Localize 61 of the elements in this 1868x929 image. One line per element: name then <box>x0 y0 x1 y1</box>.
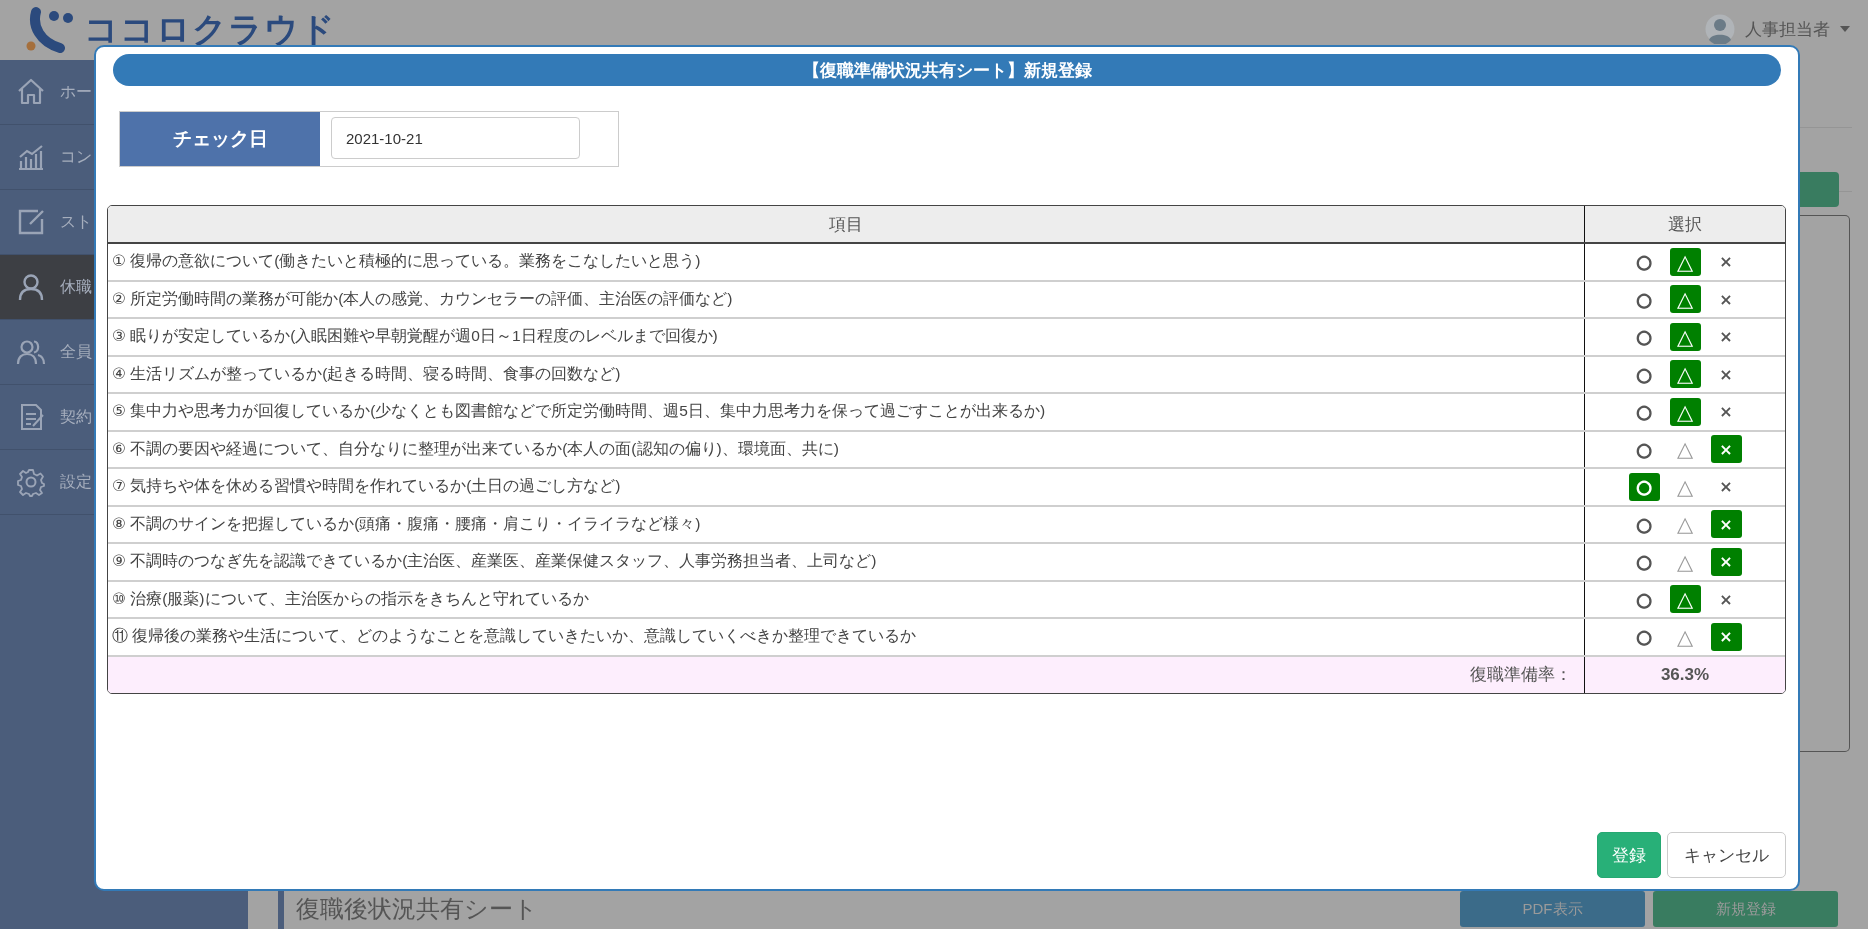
cross-option[interactable]: × <box>1710 435 1742 464</box>
user-icon <box>16 272 46 302</box>
cancel-button[interactable]: キャンセル <box>1667 832 1786 878</box>
circle-option[interactable]: ○ <box>1628 247 1660 276</box>
triangle-option[interactable]: △ <box>1669 547 1701 576</box>
column-header: 項目 <box>829 213 863 236</box>
triangle-option[interactable]: △ <box>1669 622 1701 651</box>
logo-text: ココロクラウド <box>84 9 336 50</box>
date-label: チェック日 <box>120 112 320 166</box>
register-button[interactable]: 登録 <box>1597 832 1661 878</box>
triangle-option[interactable]: △ <box>1669 285 1701 314</box>
column-header: 選択 <box>1668 213 1702 236</box>
triangle-option[interactable]: △ <box>1669 435 1701 464</box>
cross-option[interactable]: × <box>1710 622 1742 651</box>
question-text: ⑧ 不調のサインを把握しているか(頭痛・腹痛・腰痛・肩こり・イライラなど様々) <box>111 513 701 534</box>
triangle-option[interactable]: △ <box>1669 510 1701 539</box>
user-menu[interactable]: 人事担当者 <box>1745 17 1830 41</box>
circle-option[interactable]: ○ <box>1628 510 1660 539</box>
home-icon <box>16 77 46 107</box>
circle-option[interactable]: ○ <box>1628 622 1660 651</box>
triangle-option[interactable]: △ <box>1669 247 1701 276</box>
triangle-option[interactable]: △ <box>1669 360 1701 389</box>
circle-option[interactable]: ○ <box>1628 472 1660 501</box>
cross-option[interactable]: × <box>1710 585 1742 614</box>
cross-option[interactable]: × <box>1710 247 1742 276</box>
chart-icon <box>16 142 46 172</box>
caret-icon[interactable] <box>1840 26 1850 32</box>
users-icon <box>16 337 46 367</box>
cross-option[interactable]: × <box>1710 547 1742 576</box>
question-text: ② 所定労働時間の業務が可能か(本人の感覚、カウンセラーの評価、主治医の評価など) <box>111 288 733 309</box>
circle-option[interactable]: ○ <box>1628 547 1660 576</box>
circle-option[interactable]: ○ <box>1628 285 1660 314</box>
rate-label: 復職準備率： <box>1470 664 1572 686</box>
triangle-option[interactable]: △ <box>1669 397 1701 426</box>
question-text: ⑩ 治療(服薬)について、主治医からの指示をきちんと守れているか <box>111 588 589 609</box>
circle-option[interactable]: ○ <box>1628 585 1660 614</box>
avatar-icon[interactable] <box>1705 14 1735 44</box>
cross-option[interactable]: × <box>1710 322 1742 351</box>
date-field[interactable]: 2021-10-21 <box>331 117 580 159</box>
question-text: ⑪ 復帰後の業務や生活について、どのようなことを意識していきたいか、意識していくべきか整理できているか <box>111 626 917 647</box>
edit-icon <box>16 207 46 237</box>
cross-option[interactable]: × <box>1710 510 1742 539</box>
question-text: ④ 生活リズムが整っているか(起きる時間、寝る時間、食事の回数など) <box>111 363 621 384</box>
question-text: ⑤ 集中力や思考力が回復しているか(少なくとも図書館などで所定労働時間、週5日、集中力思考力を保って過ごすことが出来るか) <box>111 401 1046 422</box>
triangle-option[interactable]: △ <box>1669 472 1701 501</box>
cross-option[interactable]: × <box>1710 360 1742 389</box>
question-text: ③ 眠りが安定しているか(入眠困難や早朝覚醒が週0日～1日程度のレベルまで回復か) <box>111 326 718 347</box>
triangle-option[interactable]: △ <box>1669 585 1701 614</box>
question-text: ① 復帰の意欲について(働きたいと積極的に思っている。業務をこなしたいと思う) <box>111 251 701 272</box>
circle-option[interactable]: ○ <box>1628 435 1660 464</box>
settings-icon <box>16 467 46 497</box>
triangle-option[interactable]: △ <box>1669 322 1701 351</box>
circle-option[interactable]: ○ <box>1628 322 1660 351</box>
circle-option[interactable]: ○ <box>1628 360 1660 389</box>
cross-option[interactable]: × <box>1710 397 1742 426</box>
rate-value: 36.3% <box>1660 664 1710 685</box>
cross-option[interactable]: × <box>1710 285 1742 314</box>
question-text: ⑨ 不調時のつなぎ先を認識できているか(主治医、産業医、産業保健スタッフ、人事労務担当者、上司など) <box>111 551 877 572</box>
circle-option[interactable]: ○ <box>1628 397 1660 426</box>
dialog-title: 【復職準備状況共有シート】新規登録 <box>113 54 1781 86</box>
cross-option[interactable]: × <box>1710 472 1742 501</box>
